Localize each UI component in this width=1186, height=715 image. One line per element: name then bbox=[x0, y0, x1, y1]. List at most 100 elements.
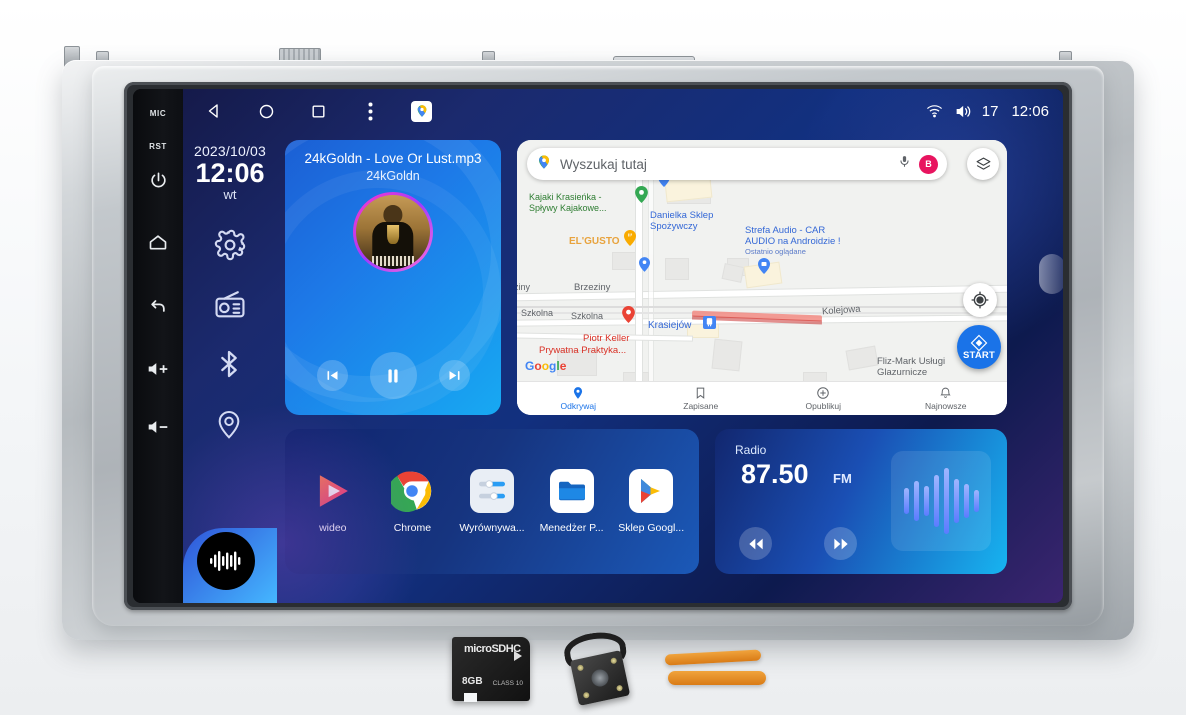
map-pin-elgusto[interactable] bbox=[624, 230, 636, 251]
next-track-icon[interactable] bbox=[438, 360, 470, 391]
map-pin-poi-1[interactable] bbox=[639, 257, 652, 274]
display-glass: MIC RST 17 12:06 2023/10/03 12:06 wt 24k… bbox=[133, 89, 1063, 603]
microsd-card: microSDHC 8GB CLASS 10 bbox=[452, 637, 530, 702]
video-play-icon bbox=[311, 469, 355, 513]
prev-track-icon[interactable] bbox=[316, 360, 348, 391]
chrome-icon bbox=[390, 469, 434, 513]
widget-rail: 2023/10/03 12:06 wt bbox=[183, 133, 277, 603]
maps-pin-icon[interactable] bbox=[411, 100, 432, 122]
volume-down-icon[interactable] bbox=[143, 418, 173, 436]
product-photo: MIC RST 17 12:06 2023/10/03 12:06 wt 24k… bbox=[0, 0, 1186, 715]
layers-icon[interactable] bbox=[967, 148, 999, 180]
explore-pin-icon bbox=[574, 387, 583, 399]
start-label: START bbox=[963, 349, 995, 361]
home-circle-icon[interactable] bbox=[255, 100, 277, 122]
map-pin-krasiejow-station[interactable] bbox=[703, 316, 716, 329]
mic-key-label: MIC bbox=[149, 109, 167, 118]
home-icon[interactable] bbox=[143, 232, 173, 252]
file-manager-folder-icon bbox=[549, 469, 594, 513]
bell-icon bbox=[940, 387, 951, 398]
map-canvas[interactable]: Kajaki Krasieńka - Spływy Kajakowe... Da… bbox=[517, 140, 1007, 415]
app-play-store[interactable]: Sklep Googl... bbox=[614, 469, 688, 534]
radio-widget[interactable]: Radio 87.50 FM bbox=[715, 429, 1007, 574]
map-pin-piotr-keller[interactable] bbox=[622, 306, 635, 323]
avatar[interactable]: B bbox=[919, 154, 938, 174]
bookmark-icon bbox=[697, 387, 705, 399]
app-chrome[interactable]: Chrome bbox=[375, 469, 449, 534]
settings-icon[interactable] bbox=[213, 228, 247, 262]
contribute-plus-icon bbox=[817, 387, 829, 399]
maps-nav-label: Zapisane bbox=[683, 401, 719, 411]
back-icon[interactable] bbox=[143, 296, 173, 316]
maps-nav-label: Odkrywaj bbox=[560, 401, 596, 411]
hardware-key-strip: MIC RST bbox=[133, 89, 183, 603]
search-input[interactable]: Wyszukaj tutaj bbox=[560, 157, 898, 172]
app-wideo[interactable]: wideo bbox=[296, 469, 370, 534]
reset-key[interactable]: RST bbox=[143, 142, 173, 151]
maps-nav-zapisane[interactable]: Zapisane bbox=[640, 382, 763, 415]
maps-nav-label: Najnowsze bbox=[924, 401, 967, 411]
maps-widget[interactable]: Kajaki Krasieńka - Spływy Kajakowe... Da… bbox=[517, 140, 1007, 415]
music-widget[interactable]: 24kGoldn - Love Or Lust.mp3 24kGoldn bbox=[285, 140, 501, 415]
android-screen: 17 12:06 2023/10/03 12:06 wt 24kGoldn - … bbox=[183, 89, 1063, 603]
media-controls bbox=[285, 352, 501, 399]
volume-up-icon[interactable] bbox=[143, 360, 173, 378]
app-file-manager[interactable]: Menedżer P... bbox=[535, 469, 609, 534]
maps-nav-label: Opublikuj bbox=[805, 401, 841, 411]
maps-nav-odkrywaj[interactable]: Odkrywaj bbox=[517, 382, 640, 415]
track-title: 24kGoldn - Love Or Lust.mp3 bbox=[304, 151, 482, 166]
fast-forward-icon[interactable] bbox=[824, 527, 857, 560]
album-art bbox=[353, 192, 433, 272]
equalizer-icon bbox=[469, 469, 514, 513]
app-label: Chrome bbox=[393, 522, 432, 534]
map-pin-kajaki[interactable] bbox=[635, 186, 648, 203]
waveform-icon bbox=[210, 551, 241, 571]
wifi-icon bbox=[924, 100, 946, 122]
apps-dock: wideo Chrome Wyrównywa... Menedżer P... … bbox=[285, 429, 699, 574]
volume-level: 17 bbox=[981, 102, 999, 120]
radio-band: FM bbox=[833, 471, 852, 486]
app-equalizer[interactable]: Wyrównywa... bbox=[455, 469, 529, 534]
microsd-logo: microSDHC bbox=[464, 643, 521, 655]
map-pin-strefa-audio[interactable] bbox=[758, 258, 771, 275]
maps-nav-opublikuj[interactable]: Opublikuj bbox=[762, 382, 885, 415]
accessories-row: microSDHC 8GB CLASS 10 bbox=[0, 628, 1186, 707]
radio-title: Radio bbox=[735, 443, 767, 457]
volume-knob[interactable] bbox=[1039, 254, 1063, 294]
rail-clock: 12:06 bbox=[195, 158, 265, 188]
audio-waveform-icon bbox=[891, 451, 991, 551]
app-label: wideo bbox=[319, 522, 347, 534]
map-search-bar[interactable]: Wyszukaj tutaj B bbox=[527, 148, 947, 180]
bluetooth-icon[interactable] bbox=[213, 348, 247, 382]
back-triangle-icon[interactable] bbox=[203, 100, 225, 122]
maps-nav-najnowsze[interactable]: Najnowsze bbox=[885, 382, 1008, 415]
rewind-icon[interactable] bbox=[739, 527, 772, 560]
track-artist: 24kGoldn bbox=[366, 169, 420, 183]
start-navigation-button[interactable]: START bbox=[957, 325, 1001, 369]
overflow-dots-icon[interactable] bbox=[359, 100, 381, 122]
google-play-icon bbox=[629, 469, 674, 513]
reset-key-label: RST bbox=[149, 142, 167, 151]
radio-frequency: 87.50 bbox=[741, 459, 809, 489]
app-label: Menedżer P... bbox=[539, 522, 604, 534]
google-attribution: Google bbox=[525, 359, 567, 373]
system-bar: 17 12:06 bbox=[183, 89, 1063, 133]
radio-icon[interactable] bbox=[213, 288, 247, 322]
rail-date: 2023/10/03 bbox=[193, 143, 267, 159]
recents-square-icon[interactable] bbox=[307, 100, 329, 122]
power-icon[interactable] bbox=[143, 171, 173, 190]
app-label: Wyrównywa... bbox=[459, 522, 525, 534]
microsd-capacity: 8GB bbox=[462, 676, 483, 687]
microphone-icon[interactable] bbox=[898, 154, 911, 174]
status-clock: 12:06 bbox=[1011, 102, 1049, 120]
status-indicators: 17 12:06 bbox=[924, 100, 1049, 122]
my-location-icon[interactable] bbox=[963, 283, 997, 317]
location-pin-icon[interactable] bbox=[213, 408, 247, 442]
rail-day-of-week: wt bbox=[223, 187, 237, 203]
app-label: Sklep Googl... bbox=[618, 522, 685, 534]
pause-icon[interactable] bbox=[369, 352, 417, 399]
voice-assistant-button[interactable] bbox=[197, 532, 255, 590]
backup-camera bbox=[556, 628, 636, 706]
mic-key[interactable]: MIC bbox=[143, 109, 173, 118]
volume-icon bbox=[953, 100, 975, 122]
